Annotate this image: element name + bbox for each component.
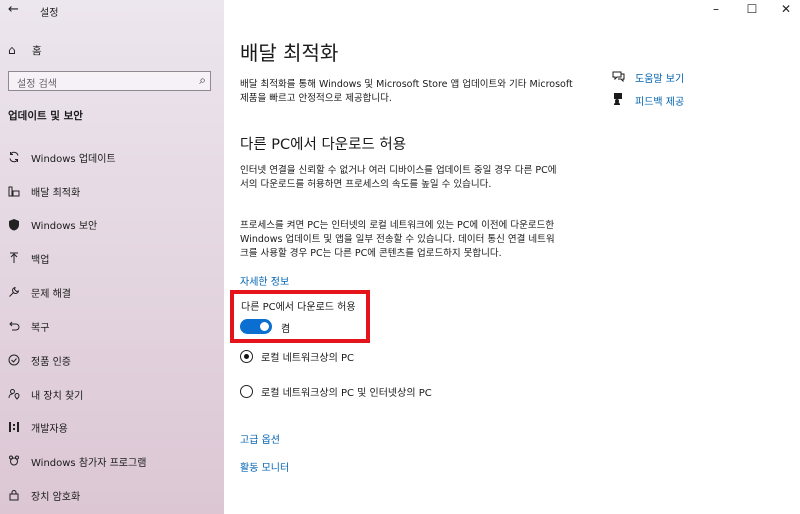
sidebar-item-label: 내 장치 찾기 (31, 390, 84, 402)
app-title: 설정 (40, 8, 59, 19)
feedback-link[interactable]: 피드백 제공 (612, 92, 684, 108)
advanced-options-link[interactable]: 고급 옵션 (240, 431, 280, 446)
sidebar-item-troubleshoot[interactable]: 문제 해결 (0, 281, 224, 303)
radio-label: 로컬 네트워크상의 PC (261, 353, 354, 364)
help-link[interactable]: 도움말 보기 (612, 70, 684, 85)
developer-icon (7, 420, 21, 434)
search-placeholder: 설정 검색 (17, 79, 57, 90)
radio-label: 로컬 네트워크상의 PC 및 인터넷상의 PC (261, 388, 432, 399)
sidebar-item-label: 장치 암호화 (31, 491, 81, 503)
sidebar-item-windows-insider[interactable]: Windows 참가자 프로그램 (0, 450, 224, 472)
sidebar-home-label: 홈 (32, 44, 42, 57)
search-icon[interactable]: ⌕ (199, 73, 206, 88)
sidebar: ← 설정 ⌂ 홈 설정 검색 ⌕ 업데이트 및 보안 Windows 업데이트 … (0, 0, 224, 514)
activity-monitor-link[interactable]: 활동 모니터 (240, 459, 289, 474)
home-icon: ⌂ (8, 43, 16, 57)
sidebar-item-label: Windows 보안 (31, 220, 98, 232)
sidebar-item-label: Windows 참가자 프로그램 (31, 457, 147, 469)
sidebar-item-windows-update[interactable]: Windows 업데이트 (0, 146, 224, 168)
sidebar-item-find-my-device[interactable]: 내 장치 찾기 (0, 383, 224, 405)
toggle-knob (260, 322, 269, 331)
toggle-state-label: 켬 (281, 324, 291, 335)
sidebar-item-label: 정품 인증 (31, 356, 71, 368)
help-link-label: 도움말 보기 (635, 74, 685, 85)
radio-button-unchecked[interactable] (240, 385, 253, 398)
close-button[interactable]: ✕ (776, 2, 796, 16)
sidebar-item-delivery-optimization[interactable]: 배달 최적화 (0, 180, 224, 202)
wrench-icon (7, 285, 21, 299)
sidebar-item-label: 백업 (31, 254, 50, 266)
sidebar-item-label: 개발자용 (31, 423, 68, 435)
feedback-link-label: 피드백 제공 (635, 96, 685, 108)
toggle-label: 다른 PC에서 다운로드 허용 (241, 302, 356, 313)
sidebar-item-device-encryption[interactable]: 장치 암호화 (0, 484, 224, 506)
sidebar-item-label: 문제 해결 (31, 288, 71, 300)
radio-local-network[interactable]: 로컬 네트워크상의 PC (240, 349, 354, 364)
section-heading: 다른 PC에서 다운로드 허용 (240, 137, 407, 153)
minimize-button[interactable]: – (706, 2, 726, 16)
sidebar-item-for-developers[interactable]: 개발자용 (0, 416, 224, 438)
sidebar-section-title: 업데이트 및 보안 (8, 110, 83, 122)
delivery-icon (7, 184, 21, 198)
page-title: 배달 최적화 (240, 41, 339, 65)
maximize-button[interactable]: ☐ (742, 2, 762, 16)
sidebar-item-label: 복구 (31, 322, 50, 334)
sidebar-item-activation[interactable]: 정품 인증 (0, 349, 224, 371)
insider-icon (7, 454, 21, 468)
search-input[interactable]: 설정 검색 ⌕ (8, 71, 211, 91)
sync-icon (7, 150, 21, 164)
description-paragraph-2: 프로세스를 켜면 PC는 인터넷의 로컬 네트워크에 있는 PC에 이전에 다운… (240, 220, 555, 259)
sidebar-item-label: Windows 업데이트 (31, 153, 116, 165)
allow-downloads-toggle[interactable] (240, 319, 272, 334)
description-paragraph-1: 인터넷 연결을 신뢰할 수 없거나 여러 디바이스를 업데이트 중일 경우 다른… (240, 165, 557, 190)
more-info-link[interactable]: 자세한 정보 (240, 273, 289, 288)
back-arrow-icon[interactable]: ← (8, 2, 22, 18)
sidebar-item-label: 배달 최적화 (31, 187, 81, 199)
sidebar-item-windows-security[interactable]: Windows 보안 (0, 213, 224, 235)
recovery-icon (7, 319, 21, 333)
radio-button-checked[interactable] (240, 350, 253, 363)
sidebar-item-backup[interactable]: 백업 (0, 247, 224, 269)
shield-icon (7, 217, 21, 231)
radio-local-and-internet[interactable]: 로컬 네트워크상의 PC 및 인터넷상의 PC (240, 384, 432, 399)
backup-icon (7, 251, 21, 265)
lock-icon (7, 488, 21, 502)
feedback-icon (612, 92, 626, 108)
sidebar-home[interactable]: ⌂ 홈 (8, 41, 42, 59)
sidebar-item-recovery[interactable]: 복구 (0, 315, 224, 337)
intro-text: 배달 최적화를 통해 Windows 및 Microsoft Store 앱 업… (240, 79, 573, 104)
chat-help-icon (612, 70, 626, 85)
person-location-icon (7, 387, 21, 401)
check-circle-icon (7, 353, 21, 367)
